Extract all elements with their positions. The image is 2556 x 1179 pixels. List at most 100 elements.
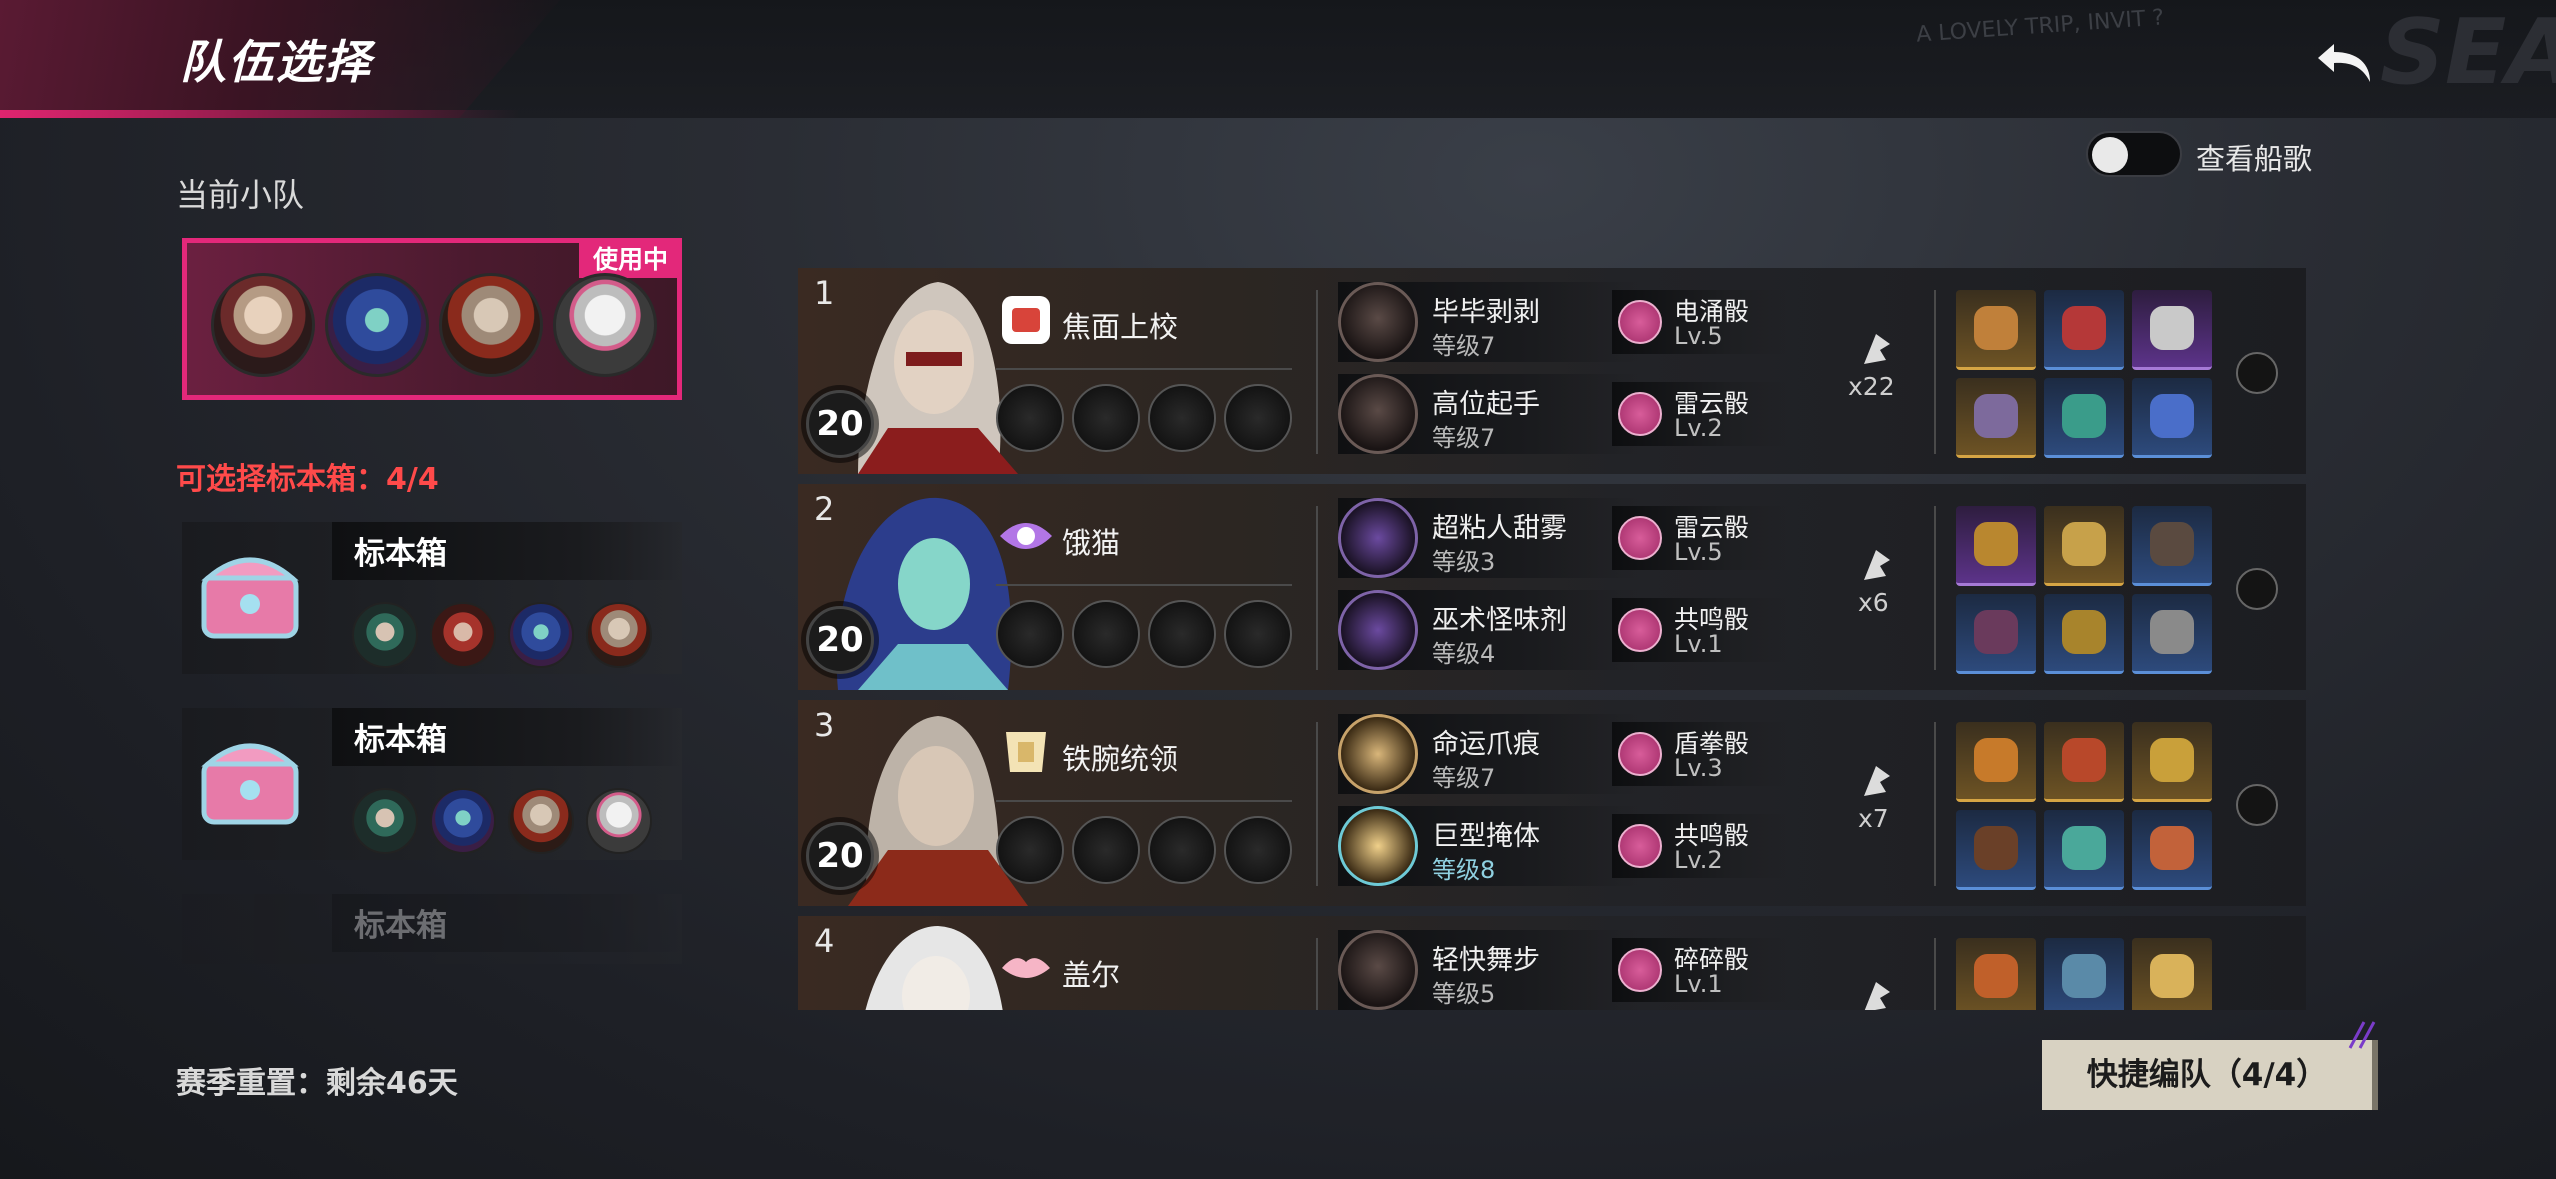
dice-icon [1618, 824, 1662, 868]
skill-icon[interactable] [1224, 600, 1292, 668]
ability-slot[interactable]: 命运爪痕 等级7 [1338, 714, 1638, 794]
skill-icon[interactable] [996, 816, 1064, 884]
equipment-slot[interactable] [2044, 594, 2124, 674]
equipment-slot[interactable] [1956, 506, 2036, 586]
equipment-slot[interactable] [2132, 938, 2212, 1010]
specimen-box-card-1[interactable]: 标本箱 [182, 522, 682, 674]
skill-icon[interactable] [996, 600, 1064, 668]
ability-name: 毕毕剥剥 [1432, 297, 1540, 328]
equipment-slot[interactable] [1956, 938, 2036, 1010]
in-use-badge: 使用中 [578, 238, 682, 278]
equipment-slot[interactable] [2132, 810, 2212, 890]
skill-icon[interactable] [1224, 816, 1292, 884]
current-team-card[interactable]: 使用中 [182, 238, 682, 400]
ability-name: 巨型掩体 [1432, 821, 1540, 852]
equipment-icon [1974, 954, 2018, 998]
ability-level: 等级8 [1432, 856, 1496, 884]
undo-arrow-icon[interactable] [2310, 30, 2382, 90]
lips-icon [1002, 958, 1050, 978]
fragment-count: x22 [1848, 372, 1895, 401]
column-divider [1934, 722, 1936, 886]
dice-slot[interactable]: 雷云骰 Lv.5 [1612, 506, 1786, 570]
equipment-icon [1974, 394, 2018, 438]
dice-slot[interactable]: 碎碎骰 Lv.1 [1612, 938, 1786, 1002]
equipment-icon [1974, 306, 2018, 350]
hero-rank: 4 [814, 922, 835, 960]
hero-row-1[interactable]: 1 20 焦面上校 毕毕剥剥 等级7 高位起手 等级7 电涌骰 Lv.5 雷云骰 Lv.… [798, 268, 2306, 474]
equipment-slot[interactable] [2132, 378, 2212, 458]
box-member-portrait [586, 602, 652, 668]
equipment-slot[interactable] [2044, 722, 2124, 802]
equipment-slot[interactable] [2132, 594, 2212, 674]
equipment-slot[interactable] [1956, 810, 2036, 890]
equipment-icon [2150, 826, 2194, 870]
skill-icon[interactable] [1148, 816, 1216, 884]
title-accent-line [0, 110, 520, 118]
dice-slot[interactable]: 雷云骰 Lv.2 [1612, 382, 1786, 446]
skill-icon[interactable] [1148, 384, 1216, 452]
equipment-slot[interactable] [2044, 938, 2124, 1010]
ability-slot[interactable]: 巨型掩体等级8 [1338, 806, 1638, 886]
dice-icon [1618, 516, 1662, 560]
equipment-slot[interactable] [2132, 722, 2212, 802]
equipment-slot[interactable] [2132, 290, 2212, 370]
hero-name: 焦面上校 [1062, 310, 1179, 344]
specimen-chest-icon [201, 743, 299, 825]
box-member-portrait [586, 788, 652, 854]
dice-level: Lv.5 [1674, 538, 1723, 566]
ability-slot[interactable]: 轻快舞步 等级5 [1338, 930, 1638, 1010]
equipment-slot[interactable] [2132, 506, 2212, 586]
equipment-icon [2150, 306, 2194, 350]
ability-icon [1338, 806, 1418, 886]
dice-level: Lv.2 [1674, 846, 1723, 874]
box-name: 标本箱 [354, 908, 447, 944]
dice-slot[interactable]: 共鸣骰 Lv.1 [1612, 598, 1786, 662]
quick-formation-button[interactable]: 快捷编队（4/4） [2042, 1040, 2378, 1110]
equipment-slot[interactable] [2044, 290, 2124, 370]
ship-song-toggle[interactable] [2086, 131, 2182, 177]
ability-slot[interactable]: 高位起手 等级7 [1338, 374, 1638, 454]
top-bar: 队伍选择 A LOVELY TRIP, INVIT ? SEA [0, 0, 2556, 118]
hero-divider [996, 584, 1292, 586]
ability-slot[interactable]: 毕毕剥剥 等级7 [1338, 282, 1638, 362]
skill-icon[interactable] [1224, 384, 1292, 452]
equipment-slot[interactable] [2044, 810, 2124, 890]
equipment-slot[interactable] [1956, 378, 2036, 458]
ability-slot[interactable]: 巫术怪味剂 等级4 [1338, 590, 1638, 670]
equipment-icon [1974, 826, 2018, 870]
skill-icon[interactable] [1072, 816, 1140, 884]
equipment-icon [2062, 610, 2106, 654]
equipment-icon [2062, 954, 2106, 998]
dice-level: Lv.1 [1674, 630, 1723, 658]
ability-name: 高位起手 [1432, 389, 1540, 420]
skill-icon[interactable] [996, 384, 1064, 452]
specimen-box-card-2[interactable]: 标本箱 [182, 708, 682, 860]
skill-icon[interactable] [1148, 600, 1216, 668]
magnify-icon[interactable] [2236, 784, 2278, 826]
fragment-icon [1864, 982, 1890, 1010]
skill-icon[interactable] [1072, 384, 1140, 452]
equipment-slot[interactable] [2044, 506, 2124, 586]
magnify-icon[interactable] [2236, 568, 2278, 610]
equipment-slot[interactable] [1956, 290, 2036, 370]
magnify-icon[interactable] [2236, 352, 2278, 394]
equipment-slot[interactable] [2044, 378, 2124, 458]
equipment-slot[interactable] [1956, 594, 2036, 674]
hero-row-2[interactable]: 2 20 饿猫 超粘人甜雾 等级3 巫术怪味剂 等级4 雷云骰 Lv.5 共鸣骰 Lv.… [798, 484, 2306, 690]
hero-level-badge: 20 [806, 390, 874, 458]
equipment-slot[interactable] [1956, 722, 2036, 802]
dice-icon [1618, 732, 1662, 776]
skill-icon[interactable] [1072, 600, 1140, 668]
hero-row-4[interactable]: 4 盖尔 轻快舞步 等级5 碎碎骰 Lv.1 [798, 916, 2306, 1010]
page-title: 队伍选择 [180, 35, 372, 89]
specimen-box-card-3[interactable]: 标本箱 [182, 894, 682, 964]
fragment-icon [1864, 334, 1890, 364]
hero-row-3[interactable]: 3 20 铁腕统领 命运爪痕 等级7 巨型掩体 等级8 盾拳骰 Lv.3 共鸣骰 Lv.… [798, 700, 2306, 906]
current-team-label: 当前小队 [176, 176, 305, 214]
ability-level: 等级5 [1432, 980, 1496, 1008]
dice-slot[interactable]: 盾拳骰 Lv.3 [1612, 722, 1786, 786]
dice-slot[interactable]: 电涌骰 Lv.5 [1612, 290, 1786, 354]
ability-name: 巫术怪味剂 [1432, 605, 1567, 636]
ability-slot[interactable]: 超粘人甜雾 等级3 [1338, 498, 1638, 578]
dice-slot[interactable]: 共鸣骰 Lv.2 [1612, 814, 1786, 878]
